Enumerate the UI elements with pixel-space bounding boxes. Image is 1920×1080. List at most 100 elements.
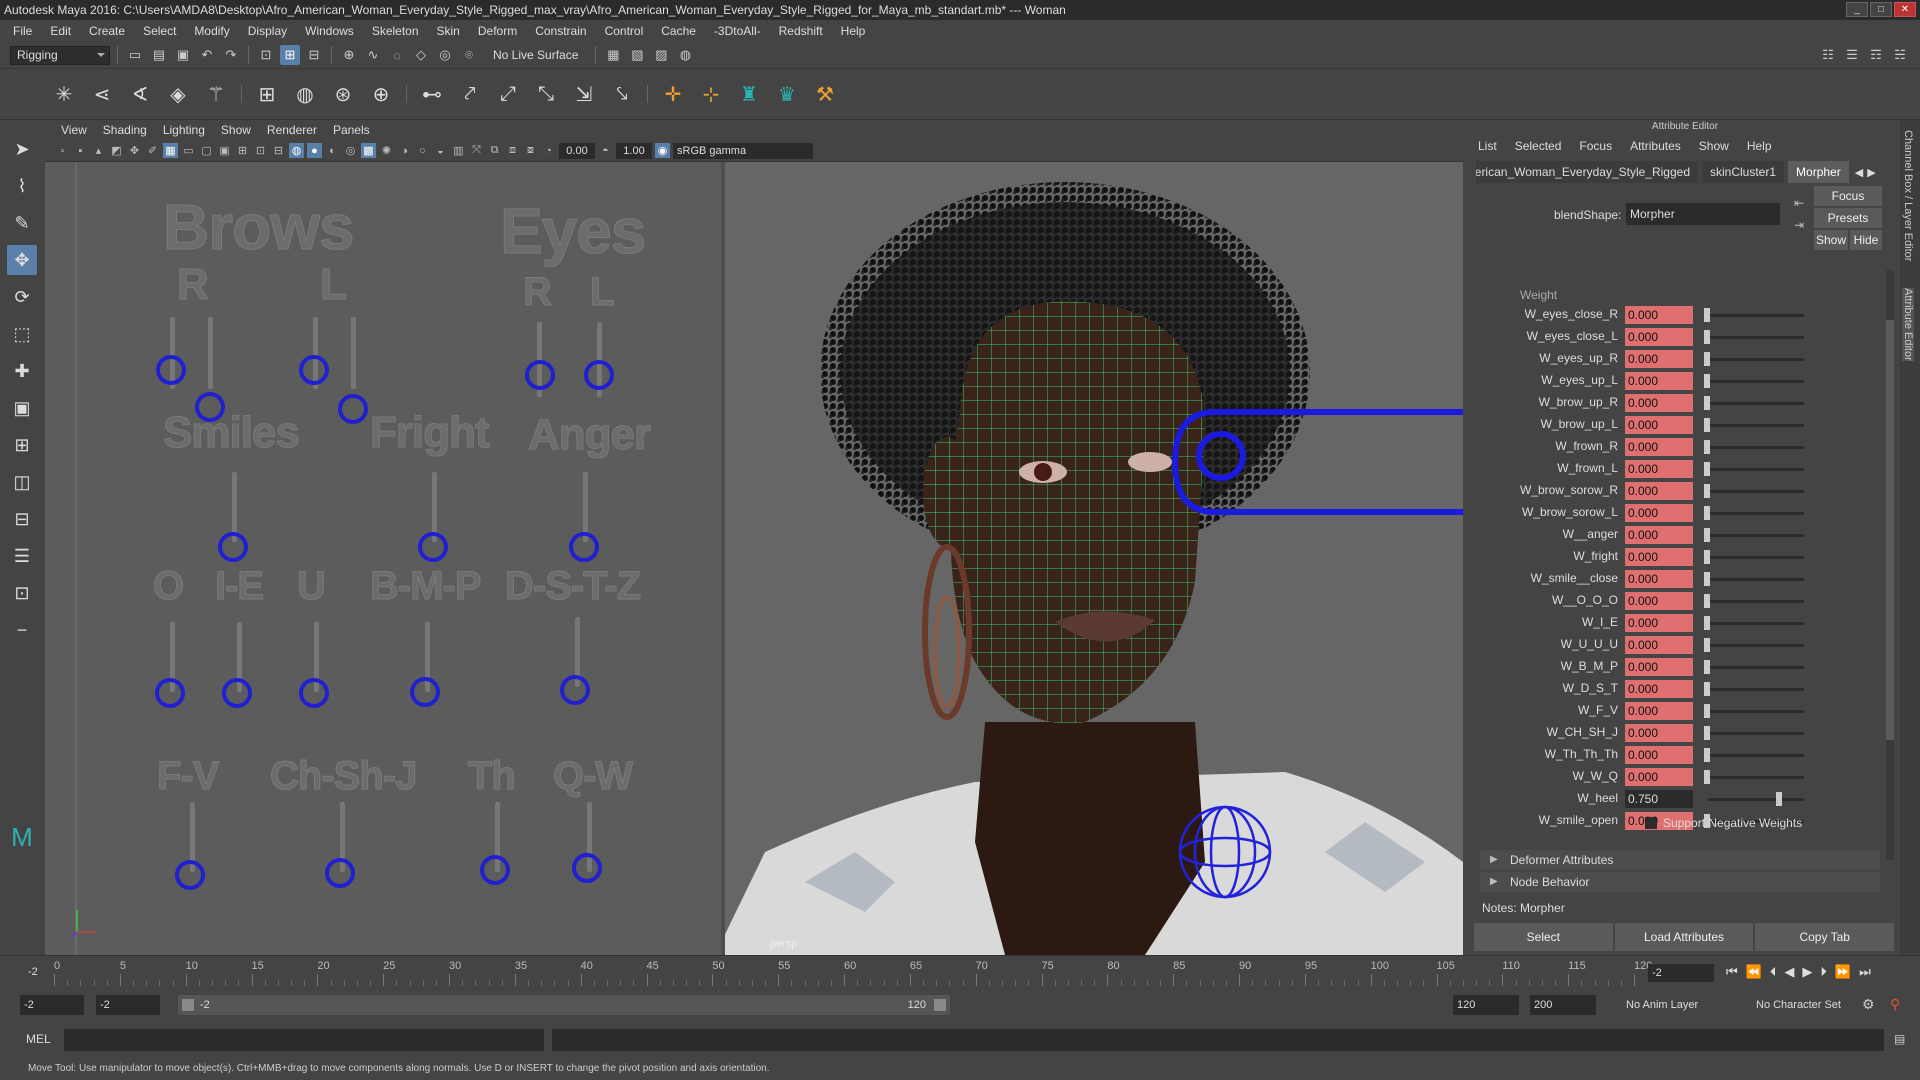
weight-value-field[interactable]: 0.000 <box>1625 372 1693 390</box>
minus-icon[interactable]: − <box>7 615 37 645</box>
weight-value-field[interactable]: 0.000 <box>1625 768 1693 786</box>
weight-slider-handle[interactable] <box>1704 462 1710 476</box>
weight-slider-handle[interactable] <box>1704 528 1710 542</box>
rig-control-i-e[interactable] <box>222 678 252 708</box>
weight-slider-track[interactable] <box>1708 314 1804 317</box>
key-set-icon[interactable]: ⚙ <box>1862 996 1875 1013</box>
input-connection-icon[interactable]: ⇤ <box>1794 196 1804 210</box>
snap-grid-icon[interactable]: ⊕ <box>339 45 359 65</box>
notes-label[interactable]: Notes: Morpher <box>1482 901 1565 915</box>
weight-slider-track[interactable] <box>1708 798 1804 801</box>
menu-edit[interactable]: Edit <box>41 24 80 38</box>
tab-scroll-left-icon[interactable]: ◀ <box>1855 166 1863 179</box>
gamma-field[interactable]: 1.00 <box>616 142 652 159</box>
parent-constraint-icon[interactable]: ⊹ <box>695 78 727 110</box>
range-start-handle[interactable] <box>182 999 194 1011</box>
locator-icon[interactable]: ✛ <box>657 78 689 110</box>
step-back-key-icon[interactable]: ⏪ <box>1746 964 1762 980</box>
deformer-attributes-section[interactable]: Deformer Attributes <box>1480 850 1880 870</box>
time-ruler[interactable]: 0 5 10 15 20 25 30 35 40 45 50 55 60 65 70 75 80 85 90 95 10… <box>54 960 1652 988</box>
weight-value-field[interactable]: 0.000 <box>1625 658 1693 676</box>
screen-space-ao-icon[interactable]: ○ <box>415 143 430 158</box>
output-connection-icon[interactable]: ⇥ <box>1794 218 1804 232</box>
weight-slider-handle[interactable] <box>1704 308 1710 322</box>
weight-slider-track[interactable] <box>1708 380 1804 383</box>
film-gate-icon[interactable]: ▭ <box>181 143 196 158</box>
rig-control-ch-sh-j[interactable] <box>325 858 355 888</box>
weight-slider-handle[interactable] <box>1704 616 1710 630</box>
weight-slider-track[interactable] <box>1708 644 1804 647</box>
weight-slider-handle[interactable] <box>1704 484 1710 498</box>
play-forward-icon[interactable]: ▶ <box>1802 964 1812 980</box>
auto-key-icon[interactable]: ⚲ <box>1890 996 1900 1013</box>
camera-select-icon[interactable]: ▫ <box>55 143 70 158</box>
weight-slider-handle[interactable] <box>1704 726 1710 740</box>
show-button[interactable]: Show <box>1814 230 1848 250</box>
select-hierarchy-icon[interactable]: ⊡ <box>256 45 276 65</box>
shadows-icon[interactable]: ◑ <box>397 143 412 158</box>
weight-slider-handle[interactable] <box>1704 374 1710 388</box>
xray-components-icon[interactable]: ⧇ <box>523 143 538 158</box>
weight-value-field[interactable]: 0.000 <box>1625 614 1693 632</box>
safe-action-icon[interactable]: ⊡ <box>253 143 268 158</box>
viewport-menu-panels[interactable]: Panels <box>325 123 378 137</box>
menu-control[interactable]: Control <box>596 24 653 38</box>
command-input[interactable] <box>64 1029 544 1051</box>
weight-slider-track[interactable] <box>1708 336 1804 339</box>
weight-slider-handle[interactable] <box>1704 330 1710 344</box>
xray-icon[interactable]: ⧉ <box>487 143 502 158</box>
ik-spline-icon[interactable]: ◈ <box>162 78 194 110</box>
viewport-menu-view[interactable]: View <box>53 123 95 137</box>
isolate-select-icon[interactable]: ⤧ <box>469 143 484 158</box>
resolution-gate-icon[interactable]: ▢ <box>199 143 214 158</box>
go-to-start-icon[interactable]: ⏮ <box>1726 964 1738 980</box>
smooth-bind-icon[interactable]: ⤤ <box>454 78 486 110</box>
current-frame-field[interactable]: -2 <box>1648 964 1714 982</box>
weight-value-field[interactable]: 0.000 <box>1625 702 1693 720</box>
last-tool-icon[interactable]: ✚ <box>7 356 37 386</box>
weight-value-field[interactable]: 0.000 <box>1625 592 1693 610</box>
gamma-icon[interactable]: ◓ <box>598 143 613 158</box>
attribute-editor-icon[interactable]: ☰ <box>1842 45 1862 65</box>
hik-icon[interactable]: ⚚ <box>200 78 232 110</box>
weight-slider-handle[interactable] <box>1704 770 1710 784</box>
default-material-icon[interactable]: ◐ <box>325 143 340 158</box>
mirror-weights-icon[interactable]: ⇲ <box>568 78 600 110</box>
weight-slider-handle[interactable] <box>1704 550 1710 564</box>
blendshape-name-field[interactable]: Morpher <box>1626 203 1780 225</box>
four-pane-icon[interactable]: ⊞ <box>7 430 37 460</box>
rig-control-o[interactable] <box>155 678 185 708</box>
viewport-menu-renderer[interactable]: Renderer <box>259 123 325 137</box>
step-forward-frame-icon[interactable]: ⏵ <box>1820 964 1827 980</box>
menu-create[interactable]: Create <box>80 24 134 38</box>
weight-value-field[interactable]: 0.000 <box>1625 328 1693 346</box>
character-set-icon[interactable]: ♛ <box>771 78 803 110</box>
weight-slider-track[interactable] <box>1708 358 1804 361</box>
weight-value-field[interactable]: 0.000 <box>1625 636 1693 654</box>
insert-joint-icon[interactable]: ⋖ <box>86 78 118 110</box>
lasso-tool-icon[interactable]: ⌇ <box>7 171 37 201</box>
render-view-icon[interactable]: ▦ <box>603 45 623 65</box>
menu-skin[interactable]: Skin <box>428 24 469 38</box>
perspective-view[interactable]: persp <box>715 162 1463 955</box>
node-behavior-section[interactable]: Node Behavior <box>1480 872 1880 892</box>
load-attributes-button[interactable]: Load Attributes <box>1614 923 1754 951</box>
close-button[interactable]: ✕ <box>1894 2 1916 17</box>
character-set-dropdown[interactable]: No Character Set <box>1752 995 1870 1015</box>
weight-slider-track[interactable] <box>1708 622 1804 625</box>
weight-slider-track[interactable] <box>1708 754 1804 757</box>
redo-icon[interactable]: ↷ <box>221 45 241 65</box>
menu-display[interactable]: Display <box>239 24 296 38</box>
outliner-layout-icon[interactable]: ☰ <box>7 541 37 571</box>
menu-deform[interactable]: Deform <box>469 24 526 38</box>
side-by-side-icon[interactable]: ◫ <box>7 467 37 497</box>
wireframe-on-shaded-icon[interactable]: ◎ <box>343 143 358 158</box>
tab-skincluster[interactable]: skinCluster1 <box>1702 161 1785 183</box>
exposure-icon[interactable]: ◔ <box>541 143 556 158</box>
ik-handle-icon[interactable]: ∢ <box>124 78 156 110</box>
tab-mesh-node[interactable]: American_Woman_Everyday_Style_Rigged <box>1476 161 1698 183</box>
weight-slider-track[interactable] <box>1708 468 1804 471</box>
rig-control-b-m-p[interactable] <box>410 677 440 707</box>
minimize-button[interactable]: _ <box>1846 2 1868 17</box>
tab-scroll-right-icon[interactable]: ▶ <box>1867 166 1875 179</box>
